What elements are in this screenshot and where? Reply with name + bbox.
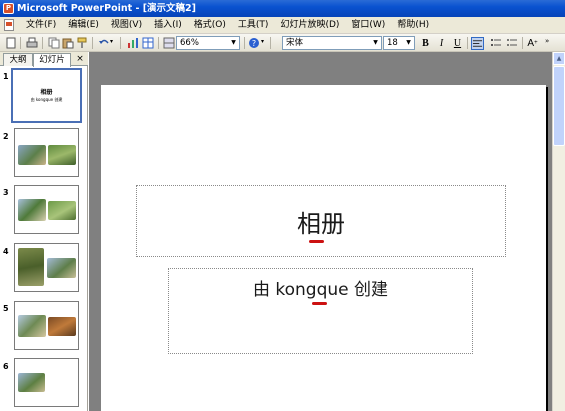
zoom-value: 66% — [180, 38, 199, 48]
thumbnail-subtitle: 由 kongque 创建 — [30, 97, 63, 102]
new-document-icon[interactable] — [5, 37, 17, 49]
menu-slideshow[interactable]: 幻灯片放映(D) — [274, 17, 345, 33]
format-painter-icon[interactable] — [76, 37, 88, 49]
photo-thumbnail — [48, 317, 76, 336]
document-icon[interactable] — [4, 19, 14, 31]
toolbar-options-icon[interactable]: » — [545, 37, 549, 45]
menu-window[interactable]: 窗口(W) — [345, 17, 391, 33]
photo-thumbnail — [47, 258, 76, 278]
powerpoint-app-icon[interactable]: P — [3, 3, 14, 14]
menu-bar: 文件(F) 编辑(E) 视图(V) 插入(I) 格式(O) 工具(T) 幻灯片放… — [0, 17, 565, 34]
slide-number-1: 1 — [3, 72, 9, 81]
slide-thumbnail-6[interactable] — [14, 358, 79, 407]
slide-thumbnail-4[interactable] — [14, 243, 79, 292]
undo-dropdown-icon[interactable]: ▾ — [110, 38, 113, 45]
underline-button[interactable]: U — [451, 37, 464, 50]
tab-slides[interactable]: 幻灯片 — [33, 53, 71, 67]
chevron-down-icon[interactable]: ▼ — [229, 37, 238, 49]
menu-tools[interactable]: 工具(T) — [232, 17, 275, 33]
copy-icon[interactable] — [48, 37, 60, 49]
menu-view[interactable]: 视图(V) — [105, 17, 148, 33]
slide-subtitle[interactable]: 由 kongque 创建 — [253, 275, 388, 300]
slide-number-2: 2 — [3, 132, 9, 141]
paste-icon[interactable] — [62, 37, 74, 49]
help-icon[interactable]: ? — [248, 37, 260, 49]
subtitle-placeholder[interactable]: 由 kongque 创建 — [168, 268, 473, 354]
photo-thumbnail — [18, 248, 44, 286]
align-left-icon[interactable] — [471, 37, 484, 50]
photo-thumbnail — [18, 199, 46, 221]
spelling-error-mark — [312, 302, 327, 305]
slide-number-4: 4 — [3, 247, 9, 256]
menu-file[interactable]: 文件(F) — [20, 17, 62, 33]
slide-thumbnail-1[interactable]: 相册 由 kongque 创建 — [11, 68, 82, 123]
slide-title[interactable]: 相册 — [297, 204, 345, 239]
pane-tabs: 大纲 幻灯片 × — [0, 52, 88, 67]
scrollbar-thumb[interactable] — [553, 66, 565, 146]
bulleted-list-icon[interactable] — [506, 37, 518, 49]
slide-number-3: 3 — [3, 188, 9, 197]
chevron-down-icon[interactable]: ▼ — [371, 37, 380, 49]
photo-thumbnail — [18, 315, 46, 337]
font-name-combo[interactable]: 宋体 ▼ — [282, 36, 382, 50]
slide-thumbnail-3[interactable] — [14, 185, 79, 234]
slide-number-5: 5 — [3, 304, 9, 313]
photo-thumbnail — [48, 201, 76, 220]
vertical-scrollbar[interactable]: ▲ — [552, 52, 565, 411]
insert-table-icon[interactable] — [142, 37, 154, 49]
scroll-up-icon[interactable]: ▲ — [553, 52, 565, 65]
font-name-value: 宋体 — [286, 38, 304, 48]
title-bar: P Microsoft PowerPoint - [演示文稿2] — [0, 0, 565, 17]
slide-canvas: 相册 由 kongque 创建 — [101, 85, 546, 411]
font-size-combo[interactable]: 18 ▼ — [383, 36, 415, 50]
zoom-combo[interactable]: 66% ▼ — [176, 36, 240, 50]
italic-button[interactable]: I — [435, 37, 448, 50]
toolbar: ▾ 66% ▼ ? ▾ 宋体 ▼ 18 ▼ B I U A+ » — [0, 34, 565, 52]
menu-help[interactable]: 帮助(H) — [391, 17, 435, 33]
slide-thumbnail-5[interactable] — [14, 301, 79, 350]
tab-outline[interactable]: 大纲 — [3, 53, 33, 66]
title-placeholder[interactable]: 相册 — [136, 185, 506, 257]
slides-pane: 大纲 幻灯片 × 1 相册 由 kongque 创建 2 3 4 5 6 — [0, 52, 88, 411]
chevron-down-icon[interactable]: ▼ — [404, 37, 413, 49]
window-title: Microsoft PowerPoint - [演示文稿2] — [17, 3, 197, 14]
svg-text:?: ? — [252, 39, 256, 48]
font-size-value: 18 — [387, 38, 398, 48]
thumbnail-title: 相册 — [40, 89, 53, 96]
slide-number-6: 6 — [3, 362, 9, 371]
photo-thumbnail — [18, 145, 46, 165]
photo-thumbnail — [48, 145, 76, 165]
close-pane-icon[interactable]: × — [75, 53, 85, 65]
menu-insert[interactable]: 插入(I) — [148, 17, 188, 33]
photo-thumbnail — [18, 373, 45, 392]
increase-font-button[interactable]: A+ — [526, 37, 539, 50]
slide-thumbnail-2[interactable] — [14, 128, 79, 177]
grid-icon[interactable] — [163, 37, 175, 49]
insert-chart-icon[interactable] — [127, 37, 139, 49]
undo-icon[interactable] — [98, 37, 110, 49]
menu-format[interactable]: 格式(O) — [188, 17, 232, 33]
bold-button[interactable]: B — [419, 37, 432, 50]
print-icon[interactable] — [26, 37, 38, 49]
slide-workspace: 相册 由 kongque 创建 — [89, 52, 552, 411]
help-dropdown-icon[interactable]: ▾ — [261, 38, 264, 45]
menu-edit[interactable]: 编辑(E) — [62, 17, 105, 33]
spelling-error-mark — [309, 240, 324, 243]
numbered-list-icon[interactable] — [490, 37, 502, 49]
